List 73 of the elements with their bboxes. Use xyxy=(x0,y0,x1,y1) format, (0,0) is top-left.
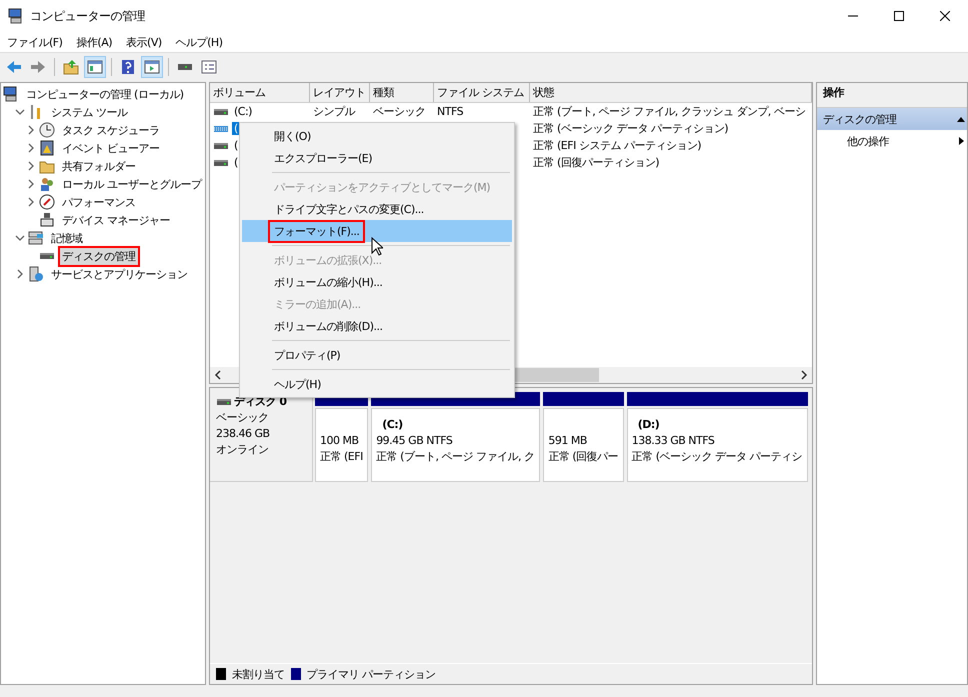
gauge-icon xyxy=(39,194,55,210)
window-play-icon xyxy=(144,58,160,74)
checklist-icon xyxy=(201,58,217,74)
window-pane-icon xyxy=(87,58,103,74)
users-icon xyxy=(39,176,55,192)
submenu-arrow-icon xyxy=(957,137,965,145)
table-cell: 正常 (ブート, ページ ファイル, クラッシュ ダンプ, ベーシ xyxy=(533,105,806,118)
maximize-icon[interactable] xyxy=(894,11,904,21)
menu-item[interactable]: 開く(O) xyxy=(242,125,512,147)
tree-item[interactable]: イベント ビューアー xyxy=(58,138,164,158)
column-header[interactable]: 種類 xyxy=(370,83,434,102)
table-cell: シンプル xyxy=(313,105,355,118)
services-icon xyxy=(28,266,44,282)
action-item[interactable]: 他の操作 xyxy=(847,134,889,148)
disk-type: ベーシック xyxy=(216,410,270,426)
menu-item[interactable]: ファイル(F) xyxy=(0,32,70,52)
table-cell: 正常 (回復パーティション) xyxy=(533,156,660,169)
tree-item[interactable]: ローカル ユーザーとグループ xyxy=(58,174,206,194)
disk-status: オンライン xyxy=(216,442,270,458)
pane-title: 操作 xyxy=(823,86,844,99)
computer-icon xyxy=(8,8,24,24)
partition-box[interactable]: 100 MB 正常 (EFI xyxy=(315,408,368,482)
tree-item[interactable]: サービスとアプリケーション xyxy=(47,264,192,284)
partition-box[interactable]: 591 MB 正常 (回復パー xyxy=(543,408,624,482)
tree-item[interactable]: システム ツール xyxy=(47,102,132,122)
help-icon xyxy=(120,58,136,74)
tree-item[interactable]: 共有フォルダー xyxy=(58,156,140,176)
tree-item[interactable]: デバイス マネージャー xyxy=(58,210,174,230)
tree-item[interactable]: ディスクの管理 xyxy=(58,246,140,266)
menu-item[interactable]: エクスプローラー(E) xyxy=(242,147,512,169)
table-cell: ベーシック xyxy=(373,105,426,118)
menu-item[interactable]: ボリュームの削除(D)... xyxy=(242,315,512,337)
tree-item[interactable]: パフォーマンス xyxy=(58,192,140,212)
log-icon xyxy=(39,140,55,156)
clock-icon xyxy=(39,122,55,138)
table-cell[interactable]: (C:) xyxy=(232,105,254,118)
toolbar-button[interactable] xyxy=(84,56,106,78)
menu-item[interactable]: フォーマット(F)... xyxy=(242,220,512,242)
window-title: コンピューターの管理 xyxy=(30,8,146,24)
tree-item[interactable]: コンピューターの管理 (ローカル) xyxy=(22,84,188,104)
disk-size: 238.46 GB xyxy=(216,426,271,442)
computer-icon xyxy=(3,86,19,102)
menu-item[interactable]: ヘルプ(H) xyxy=(242,373,512,395)
tree-item[interactable]: 記憶域 xyxy=(47,228,86,248)
device-icon xyxy=(39,212,55,228)
back-arrow-icon xyxy=(6,58,22,74)
table-cell[interactable]: ( xyxy=(232,139,240,152)
legend-label: 未割り当て xyxy=(232,666,284,682)
table-cell: 正常 (EFI システム パーティション) xyxy=(533,139,702,152)
menu-item[interactable]: プロパティ(P) xyxy=(242,344,512,366)
table-cell: NTFS xyxy=(437,105,464,118)
menu-item[interactable]: ボリュームの縮小(H)... xyxy=(242,271,512,293)
column-header[interactable]: ファイル システム xyxy=(434,83,530,102)
column-header[interactable]: ボリューム xyxy=(210,83,310,102)
legend-label: プライマリ パーティション xyxy=(306,666,436,682)
column-header[interactable]: 状態 xyxy=(530,83,812,102)
folder-up-icon xyxy=(63,58,79,74)
menu-item[interactable]: 表示(V) xyxy=(119,32,169,52)
menu-item[interactable]: ドライブ文字とパスの変更(C)... xyxy=(242,198,512,220)
cursor-icon xyxy=(371,237,383,256)
collapse-icon[interactable] xyxy=(957,115,965,123)
partition-box[interactable]: (D:) 138.33 GB NTFS 正常 (ベーシック データ パーティシ xyxy=(626,408,808,482)
menu-item[interactable]: ヘルプ(H) xyxy=(168,32,230,52)
table-cell: 正常 (ベーシック データ パーティション) xyxy=(533,122,728,135)
menu-item[interactable]: 操作(A) xyxy=(69,32,120,52)
close-icon[interactable] xyxy=(940,11,950,21)
partition-box[interactable]: (C:) 99.45 GB NTFS 正常 (ブート, ページ ファイル, ク xyxy=(371,408,540,482)
toolbar-button[interactable] xyxy=(141,56,163,78)
column-header[interactable]: レイアウト xyxy=(310,83,370,102)
table-cell[interactable]: ( xyxy=(232,156,240,169)
storage-icon xyxy=(28,230,44,246)
forward-arrow-icon xyxy=(30,58,46,74)
tree-item[interactable]: タスク スケジューラ xyxy=(58,120,164,140)
